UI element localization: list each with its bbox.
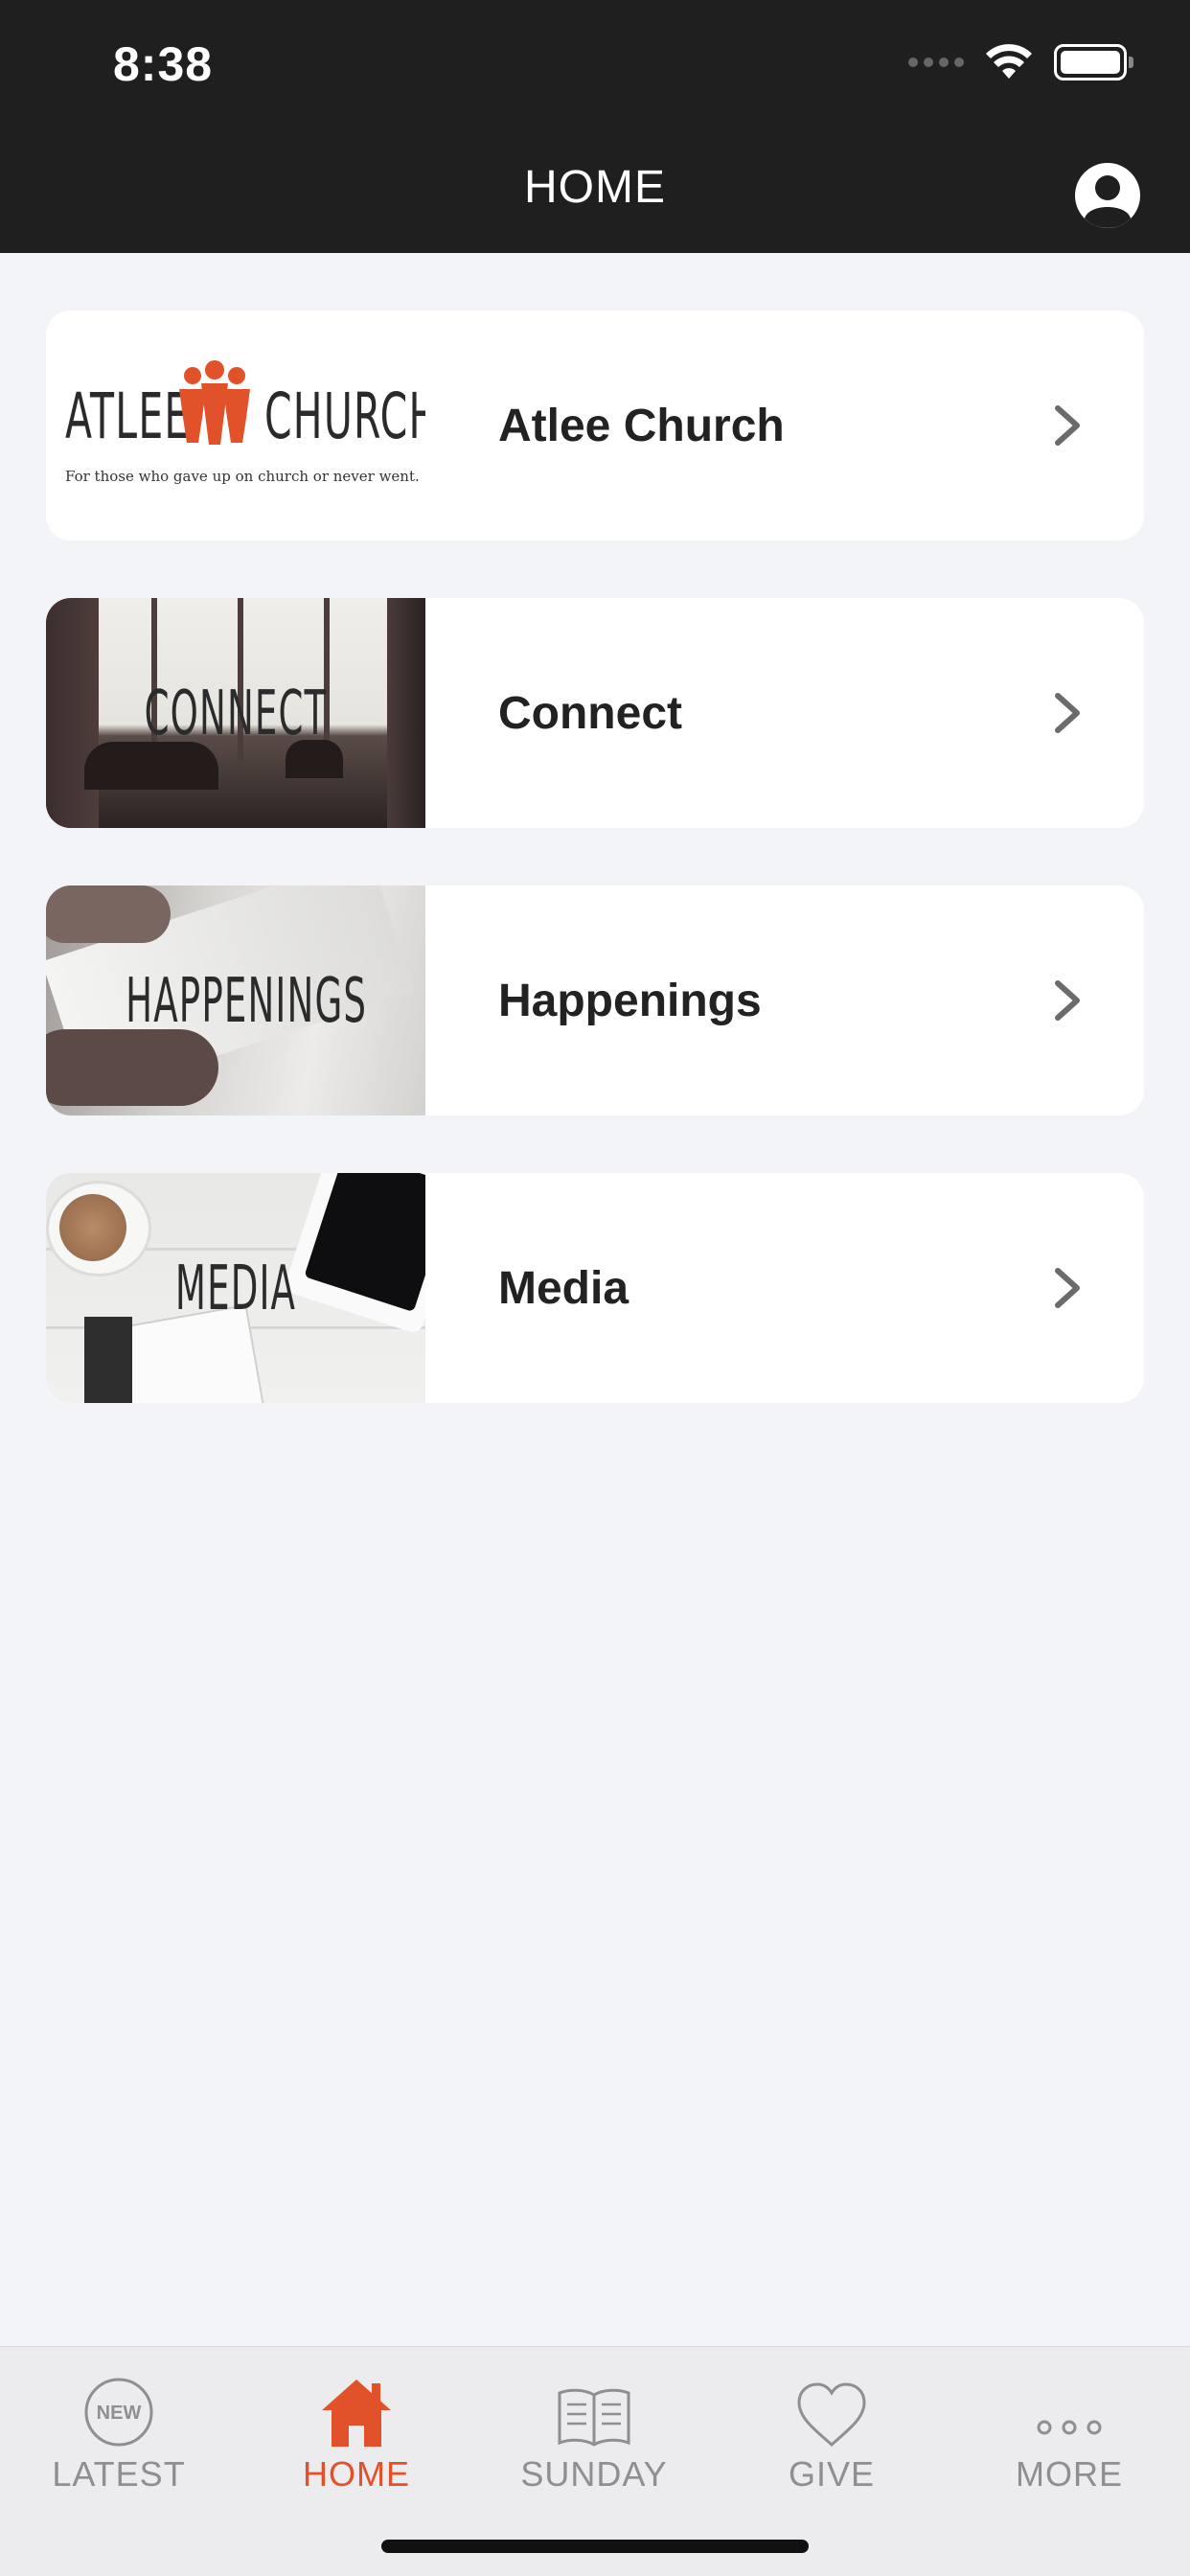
- tab-give[interactable]: GIVE: [713, 2366, 950, 2510]
- card-label: Happenings: [498, 975, 762, 1026]
- more-dots-icon: [1037, 2420, 1102, 2435]
- home-card-list: ATLEE CHURCH For those who gave up on ch…: [46, 310, 1144, 1460]
- top-header: 8:38 HOME: [0, 0, 1190, 253]
- home-indicator[interactable]: [381, 2540, 809, 2553]
- bottom-tab-bar: NEW LATEST HOME SUNDAY GIVE MORE: [0, 2346, 1190, 2576]
- tab-label: HOME: [303, 2454, 410, 2494]
- tab-label: SUNDAY: [520, 2454, 668, 2494]
- chevron-right-icon: [1029, 1250, 1106, 1326]
- happenings-image: HAPPENINGS: [46, 886, 425, 1116]
- heart-icon: [797, 2382, 866, 2448]
- media-image: MEDIA: [46, 1173, 425, 1403]
- profile-button[interactable]: [1073, 161, 1142, 230]
- card-label: Media: [498, 1262, 629, 1314]
- tab-latest[interactable]: NEW LATEST: [0, 2366, 238, 2510]
- page-title: HOME: [524, 162, 666, 213]
- happenings-thumb-text: HAPPENINGS: [126, 966, 368, 1037]
- wifi-icon: [986, 44, 1032, 79]
- tab-label: LATEST: [52, 2454, 186, 2494]
- logo-word-church: CHURCH: [264, 380, 425, 453]
- tab-label: GIVE: [788, 2454, 876, 2494]
- status-time: 8:38: [113, 37, 214, 91]
- logo-word-atlee: ATLEE: [65, 380, 191, 453]
- card-connect[interactable]: CONNECT Connect: [46, 598, 1144, 828]
- chevron-right-icon: [1029, 675, 1106, 751]
- new-badge-icon: NEW: [84, 2378, 153, 2447]
- tab-label: MORE: [1016, 2454, 1123, 2494]
- status-icons: [908, 44, 1133, 80]
- cellular-signal-icon: [908, 58, 964, 67]
- card-label: Atlee Church: [498, 400, 785, 451]
- house-icon: [322, 2380, 391, 2447]
- svg-text:NEW: NEW: [97, 2403, 142, 2424]
- app-root: 8:38 HOME ATLEE CHURCH For those who gav…: [0, 0, 1190, 2576]
- atlee-church-logo: ATLEE CHURCH For those who gave up on ch…: [46, 310, 425, 540]
- card-happenings[interactable]: HAPPENINGS Happenings: [46, 886, 1144, 1116]
- logo-tagline: For those who gave up on church or never…: [65, 468, 420, 485]
- chevron-right-icon: [1029, 387, 1106, 464]
- card-media[interactable]: MEDIA Media: [46, 1173, 1144, 1403]
- tab-sunday[interactable]: SUNDAY: [475, 2366, 713, 2510]
- card-label: Connect: [498, 687, 682, 739]
- people-logo-icon: [179, 360, 250, 445]
- card-atlee-church[interactable]: ATLEE CHURCH For those who gave up on ch…: [46, 310, 1144, 540]
- chevron-right-icon: [1029, 962, 1106, 1039]
- tab-home[interactable]: HOME: [238, 2366, 475, 2510]
- tab-more[interactable]: MORE: [950, 2366, 1188, 2510]
- open-book-icon: [558, 2388, 630, 2447]
- battery-icon: [1054, 44, 1133, 80]
- media-thumb-text: MEDIA: [174, 1254, 297, 1324]
- connect-thumb-text: CONNECT: [144, 678, 328, 749]
- connect-image: CONNECT: [46, 598, 425, 828]
- user-profile-icon: [1075, 163, 1140, 228]
